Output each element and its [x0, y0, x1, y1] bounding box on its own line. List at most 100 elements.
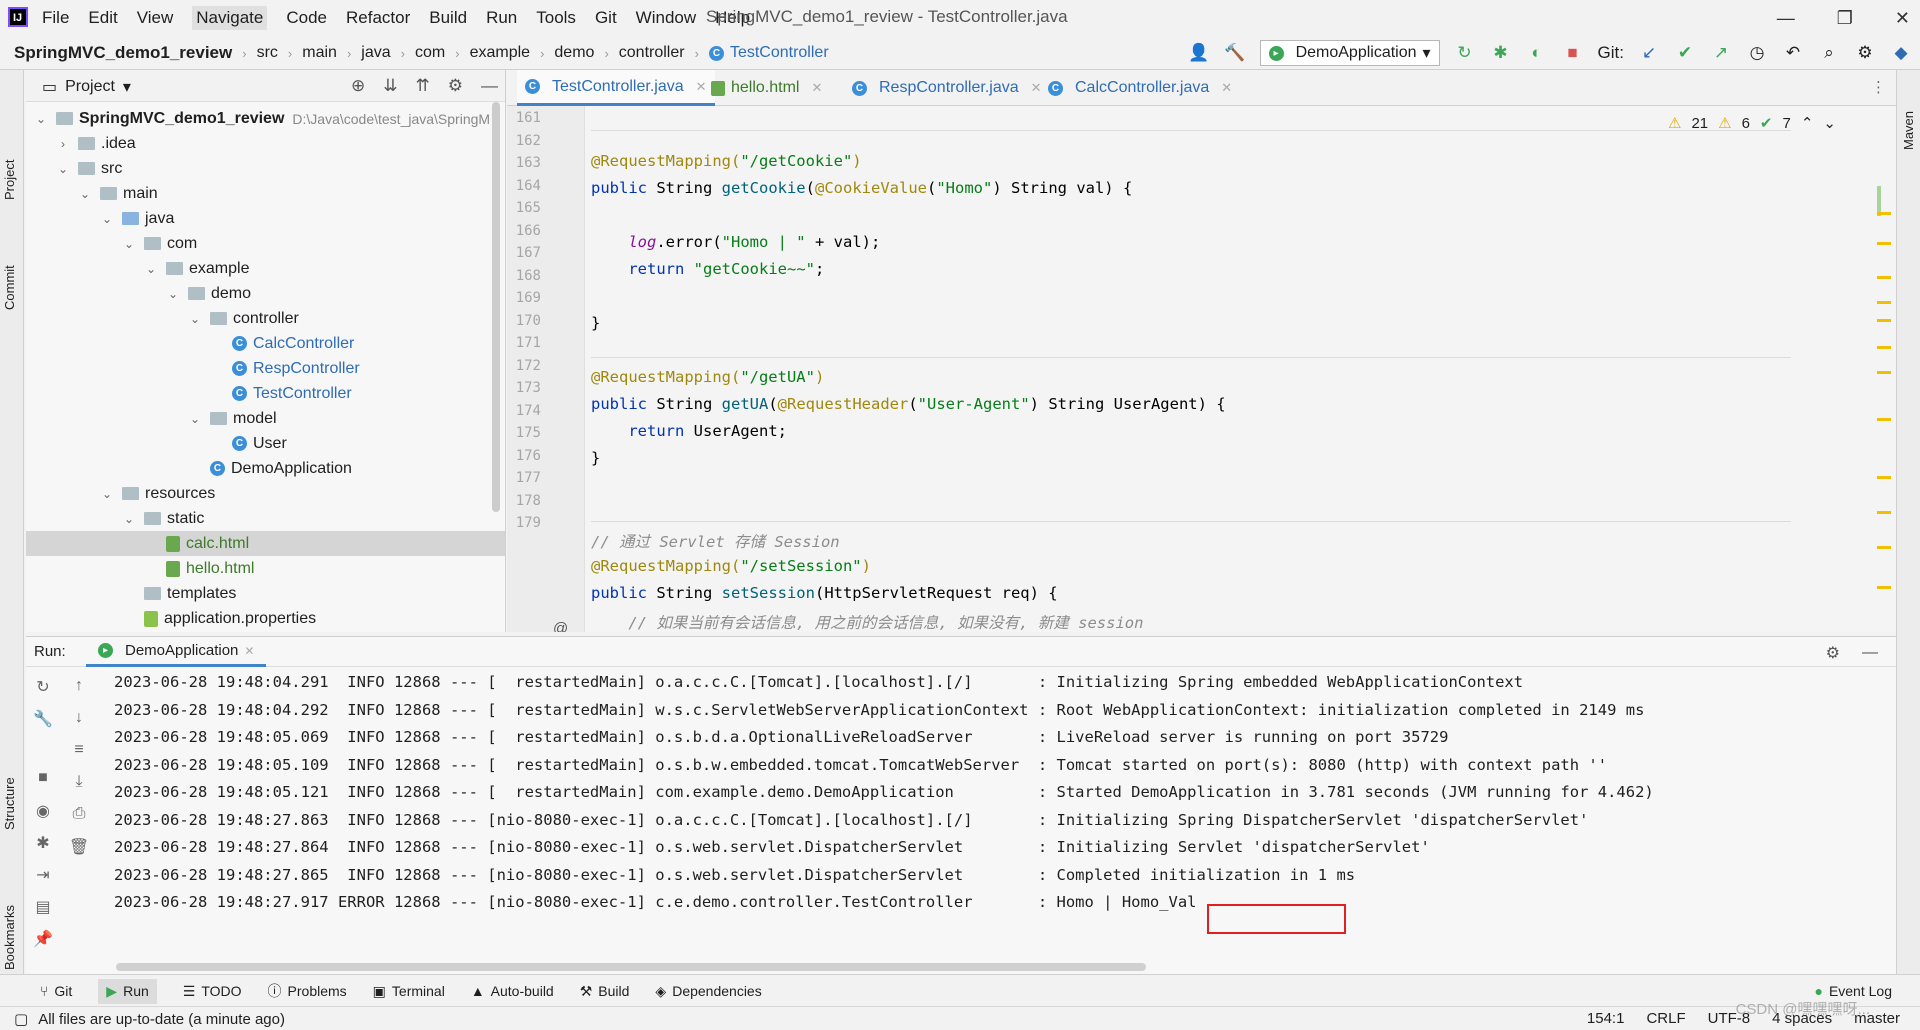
locate-icon[interactable]: ⊕	[351, 76, 365, 96]
tool-tab-structure[interactable]: Structure	[2, 777, 17, 830]
stop-icon[interactable]: ■	[1562, 43, 1584, 63]
bottom-tab-run[interactable]: ▶ Run	[98, 978, 157, 1004]
close-icon[interactable]: ✕	[244, 644, 254, 658]
editor-tab-hello-html[interactable]: hello.html ✕	[703, 70, 830, 106]
menu-git[interactable]: Git	[595, 8, 617, 28]
breadcrumb-controller[interactable]: controller	[619, 44, 685, 62]
rerun-icon[interactable]: ↻	[32, 677, 54, 709]
bottom-tab-auto-build[interactable]: ▲ Auto-build	[471, 983, 554, 999]
menu-run[interactable]: Run	[486, 8, 517, 28]
tool-tab-bookmarks[interactable]: Bookmarks	[2, 905, 17, 970]
print-icon[interactable]: ⎙	[68, 805, 90, 837]
editor-tab-respcontroller[interactable]: C RespController.java ✕	[844, 70, 1050, 106]
gear-icon[interactable]: ⚙	[1854, 43, 1876, 63]
tree-item[interactable]: › .idea	[26, 131, 505, 156]
chevron-down-icon[interactable]: ⌄	[78, 187, 92, 201]
toggle-tool-windows-icon[interactable]: ▢	[14, 1010, 28, 1028]
run-tab-demoapplication[interactable]: ▸ DemoApplication ✕	[86, 637, 267, 667]
tree-item[interactable]: C TestController	[26, 381, 505, 406]
breadcrumb-src[interactable]: src	[257, 44, 278, 62]
breadcrumb-example[interactable]: example	[470, 44, 530, 62]
exit-icon[interactable]: ⇥	[32, 865, 54, 897]
tree-item[interactable]: C User	[26, 431, 505, 456]
chevron-down-icon[interactable]: ⌄	[34, 112, 48, 126]
bottom-tab-git[interactable]: ⑂ Git	[40, 983, 72, 999]
rerun-icon[interactable]: ↻	[1454, 43, 1476, 63]
wrench-icon[interactable]: 🔧	[32, 709, 54, 741]
bottom-tab-dependencies[interactable]: ◈ Dependencies	[655, 983, 761, 1000]
tool-tab-commit[interactable]: Commit	[2, 265, 17, 310]
tree-item[interactable]: ⌄ controller	[26, 306, 505, 331]
chevron-right-icon[interactable]: ›	[56, 137, 70, 151]
tool-tab-maven[interactable]: Maven	[1901, 111, 1916, 150]
tree-item[interactable]: ⌄ example	[26, 256, 505, 281]
chevron-down-icon[interactable]: ⌄	[100, 487, 114, 501]
bottom-tab-todo[interactable]: ☰ TODO	[183, 983, 242, 1000]
restore-button[interactable]: ❐	[1837, 8, 1853, 29]
arrow-down-icon[interactable]: ↓	[68, 709, 90, 741]
menu-navigate[interactable]: Navigate	[192, 6, 268, 30]
tree-item[interactable]: ⌄ demo	[26, 281, 505, 306]
jetbrains-toolbox-icon[interactable]: ◆	[1890, 43, 1912, 63]
gear-icon[interactable]: ⚙	[448, 76, 463, 96]
git-commit-icon[interactable]: ✔	[1674, 43, 1696, 63]
tree-item[interactable]: application.properties	[26, 606, 505, 631]
code-area[interactable]: 161 162 163 164 165 166 167 168 169 170 171 172 173 1…	[507, 106, 1896, 632]
tree-item[interactable]: C CalcController	[26, 331, 505, 356]
git-push-icon[interactable]: ↗	[1710, 43, 1732, 63]
tree-item[interactable]: ⌄ src	[26, 156, 505, 181]
history-icon[interactable]: ◷	[1746, 43, 1768, 63]
tool-tab-project[interactable]: Project	[2, 160, 17, 200]
menu-view[interactable]: View	[137, 8, 174, 28]
hide-icon[interactable]: —	[481, 76, 498, 96]
chevron-down-icon[interactable]: ⌄	[122, 512, 136, 526]
scroll-to-end-icon[interactable]: ⤓	[68, 773, 90, 805]
editor-tab-calccontroller[interactable]: C CalcController.java ✕	[1040, 70, 1240, 106]
breadcrumb-java[interactable]: java	[361, 44, 390, 62]
close-window-button[interactable]: ✕	[1895, 8, 1910, 29]
caret-position[interactable]: 154:1	[1587, 1010, 1625, 1027]
expand-all-icon[interactable]: ⇊	[383, 76, 397, 96]
tree-item[interactable]: hello.html	[26, 556, 505, 581]
tree-item[interactable]: ⌄ main	[26, 181, 505, 206]
collapse-all-icon[interactable]: ⇈	[416, 76, 430, 96]
pin-icon[interactable]: 📌	[32, 929, 54, 961]
tree-item[interactable]: calc.html	[26, 531, 505, 556]
coverage-icon[interactable]: ◐	[1526, 43, 1548, 63]
menu-tools[interactable]: Tools	[536, 8, 576, 28]
line-separator[interactable]: CRLF	[1646, 1010, 1685, 1027]
chevron-down-icon[interactable]: ⌄	[56, 162, 70, 176]
search-icon[interactable]: ⌕	[1818, 43, 1840, 63]
chevron-down-icon[interactable]: ⌄	[1823, 114, 1836, 132]
tree-item[interactable]: ⌄ resources	[26, 481, 505, 506]
error-stripe[interactable]	[1875, 186, 1891, 606]
chevron-down-icon[interactable]: ⌄	[166, 287, 180, 301]
more-tabs-icon[interactable]: ⋮	[1871, 78, 1886, 96]
project-scrollbar[interactable]	[492, 102, 500, 512]
arrow-up-icon[interactable]: ↑	[68, 677, 90, 709]
chevron-up-icon[interactable]: ⌃	[1801, 114, 1814, 132]
hide-icon[interactable]: —	[1862, 644, 1878, 662]
tree-item[interactable]: ⌄ static	[26, 506, 505, 531]
breadcrumb-com[interactable]: com	[415, 44, 445, 62]
close-icon[interactable]: ✕	[811, 80, 822, 96]
user-icon[interactable]: 👤	[1188, 43, 1210, 63]
menu-edit[interactable]: Edit	[88, 8, 117, 28]
implements-marker-icon[interactable]: @	[553, 620, 568, 632]
menu-build[interactable]: Build	[429, 8, 467, 28]
git-update-icon[interactable]: ↙	[1638, 43, 1660, 63]
bottom-tab-build[interactable]: ⚒ Build	[580, 983, 630, 1000]
debug-icon[interactable]: ✱	[32, 833, 54, 865]
editor-tab-testcontroller[interactable]: C TestController.java ✕	[517, 70, 715, 106]
menu-code[interactable]: Code	[286, 8, 327, 28]
tree-item[interactable]: C DemoApplication	[26, 456, 505, 481]
gear-icon[interactable]: ⚙	[1826, 643, 1840, 663]
breadcrumb-project[interactable]: SpringMVC_demo1_review	[14, 43, 232, 63]
build-hammer-icon[interactable]: 🔨	[1224, 43, 1246, 63]
trash-icon[interactable]: 🗑	[68, 837, 90, 869]
project-view-select[interactable]: ▭ Project ▾	[42, 77, 131, 97]
layout-icon[interactable]: ▤	[32, 897, 54, 929]
tree-item[interactable]: ⌄ com	[26, 231, 505, 256]
camera-icon[interactable]: ◉	[32, 801, 54, 833]
chevron-down-icon[interactable]: ⌄	[188, 412, 202, 426]
